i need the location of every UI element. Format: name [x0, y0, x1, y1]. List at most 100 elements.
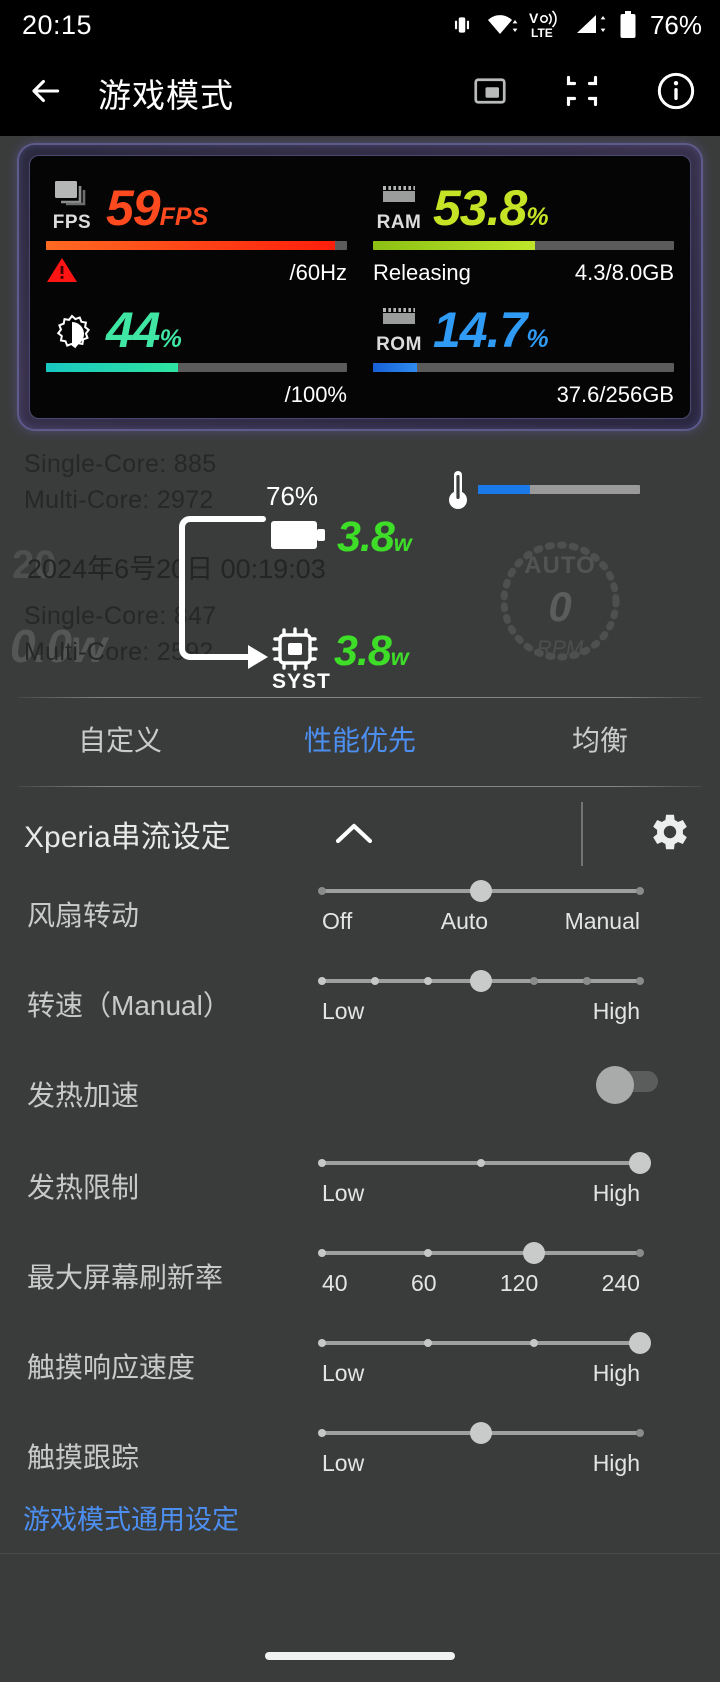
setting-label-touch-tracking: 触摸跟踪 — [27, 1442, 140, 1473]
vibrate-icon — [449, 12, 475, 38]
fps-unit: FPS — [159, 203, 209, 231]
slider-thumb[interactable] — [470, 880, 492, 902]
fan-gauge-value: 0 — [548, 583, 572, 630]
setting-row-thermal-limit: 发热限制 Low High — [0, 1140, 720, 1230]
scale-min: Low — [322, 1180, 365, 1206]
info-icon[interactable] — [656, 71, 696, 116]
scale-max: Manual — [564, 908, 640, 934]
tab-balanced[interactable]: 均衡 — [480, 719, 720, 759]
tab-performance-first[interactable]: 性能优先 — [240, 719, 480, 759]
ram-usage-text: 4.3/8.0GB — [574, 260, 674, 285]
game-mode-general-settings-link[interactable]: 游戏模式通用设定 — [23, 1498, 239, 1537]
setting-row-manual-speed: 转速（Manual） Low High — [0, 958, 720, 1048]
toggle-knob[interactable] — [596, 1066, 634, 1104]
setting-row-max-refresh-rate: 最大屏幕刷新率 40 60 120 240 — [0, 1230, 720, 1320]
setting-label-touch-response: 触摸响应速度 — [27, 1352, 196, 1383]
rom-unit: % — [526, 325, 549, 353]
slider-thumb[interactable] — [522, 1242, 545, 1264]
slider-thumb[interactable] — [629, 1332, 651, 1354]
fan-gauge-mode: AUTO — [524, 552, 596, 579]
chevron-up-icon[interactable] — [330, 814, 378, 859]
scale-max: High — [592, 998, 640, 1024]
battery-power-value: 3.8w — [337, 513, 412, 561]
ram-chip-icon: RAM — [373, 184, 425, 232]
svg-text:LTE: LTE — [531, 26, 553, 40]
pip-icon[interactable] — [472, 73, 508, 114]
rom-usage-text: 37.6/256GB — [556, 382, 674, 407]
fan-gauge-unit: RPM — [536, 637, 584, 660]
scale-max: High — [592, 1180, 640, 1206]
ram-unit: % — [526, 203, 549, 231]
status-bar-battery-percent: 76% — [649, 9, 702, 40]
rom-bar — [373, 363, 674, 372]
section-title: Xperia串流设定 — [24, 821, 231, 854]
ram-value: 53.8 — [433, 180, 527, 236]
scale-min: Low — [322, 1450, 365, 1476]
slider-touch-tracking[interactable]: Low High — [318, 1420, 644, 1477]
slider-thumb[interactable] — [470, 1422, 492, 1444]
fps-icon: FPS — [46, 180, 98, 232]
slider-max-refresh-rate[interactable]: 40 60 120 240 — [318, 1240, 644, 1297]
battery-icon — [619, 11, 637, 39]
setting-label-max-refresh-rate: 最大屏幕刷新率 — [27, 1262, 224, 1293]
slider-fan-rotation[interactable]: Off Auto Manual — [318, 878, 644, 935]
footer-divider — [0, 1553, 720, 1554]
temperature-bar — [478, 485, 640, 494]
slider-manual-speed[interactable]: Low High — [318, 968, 644, 1025]
scale-240: 240 — [601, 1270, 640, 1296]
setting-row-touch-response: 触摸响应速度 Low High — [0, 1320, 720, 1410]
brightness-max-text: /100% — [284, 382, 347, 407]
fps-refresh-rate: /60Hz — [289, 260, 347, 285]
game-mode-screen: 20:15 V LTE 76% 游戏模式 FPS 59 FPS /60Hz RA… — [0, 0, 720, 1682]
home-gesture-pill[interactable] — [265, 1652, 455, 1660]
wifi-icon — [486, 12, 518, 38]
setting-label-thermal-limit: 发热限制 — [27, 1172, 140, 1203]
setting-label-manual-speed: 转速（Manual） — [27, 990, 231, 1021]
scale-min: Low — [322, 1360, 365, 1386]
volte-icon: V LTE — [529, 10, 563, 40]
divider-above-tabs — [18, 697, 702, 698]
status-bar: 20:15 V LTE 76% — [0, 0, 720, 50]
slider-thumb[interactable] — [470, 970, 492, 992]
back-button[interactable] — [26, 72, 64, 115]
gear-icon[interactable] — [644, 808, 692, 861]
status-bar-clock: 20:15 — [22, 9, 93, 40]
setting-row-touch-tracking: 触摸跟踪 Low High — [0, 1410, 720, 1500]
ram-icon-label: RAM — [376, 212, 422, 233]
rom-value: 14.7 — [433, 302, 527, 358]
monitor-cell-fps: FPS 59 FPS /60Hz — [46, 170, 347, 288]
performance-monitor-panel: FPS 59 FPS /60Hz RAM 53.8 % Releasing 4.… — [17, 143, 703, 431]
scale-max: High — [592, 1450, 640, 1476]
profile-tabs: 自定义 性能优先 均衡 — [0, 700, 720, 778]
ram-status-text: Releasing — [373, 260, 471, 285]
divider-below-tabs — [18, 786, 702, 787]
monitor-cell-brightness: 44 % /100% — [46, 292, 347, 410]
scale-max: High — [592, 1360, 640, 1386]
header-separator — [581, 802, 583, 866]
syst-label: SYST — [272, 670, 331, 693]
shrink-icon[interactable] — [564, 73, 600, 114]
page-title: 游戏模式 — [98, 77, 234, 114]
slider-thumb[interactable] — [629, 1152, 651, 1174]
brightness-bar — [46, 363, 347, 372]
power-stats-area: 20 0.0w Single-Core: 885 Multi-Core: 297… — [0, 437, 720, 693]
slider-touch-response[interactable]: Low High — [318, 1330, 651, 1387]
tab-custom[interactable]: 自定义 — [0, 719, 240, 759]
syst-chip-icon — [272, 627, 318, 676]
brightness-icon — [46, 314, 98, 354]
ram-bar — [373, 241, 674, 250]
benchmark-single-core-1: Single-Core: 885 — [24, 450, 217, 478]
thermometer-icon — [445, 467, 471, 516]
slider-thermal-limit[interactable]: Low High — [318, 1150, 651, 1207]
scale-min: Low — [322, 998, 365, 1024]
app-bar: 游戏模式 — [0, 50, 720, 136]
toggle-thermal-boost[interactable] — [596, 1066, 658, 1104]
brightness-unit: % — [159, 325, 182, 353]
scale-40: 40 — [322, 1270, 348, 1296]
syst-power-value: 3.8w — [334, 627, 409, 675]
battery-power-icon — [271, 518, 327, 557]
monitor-cell-rom: ROM 14.7 % 37.6/256GB — [373, 292, 674, 410]
system-navigation-bar — [0, 1620, 720, 1682]
rom-icon-label: ROM — [376, 334, 422, 355]
setting-row-fan-rotation: 风扇转动 Off Auto Manual — [0, 868, 720, 958]
